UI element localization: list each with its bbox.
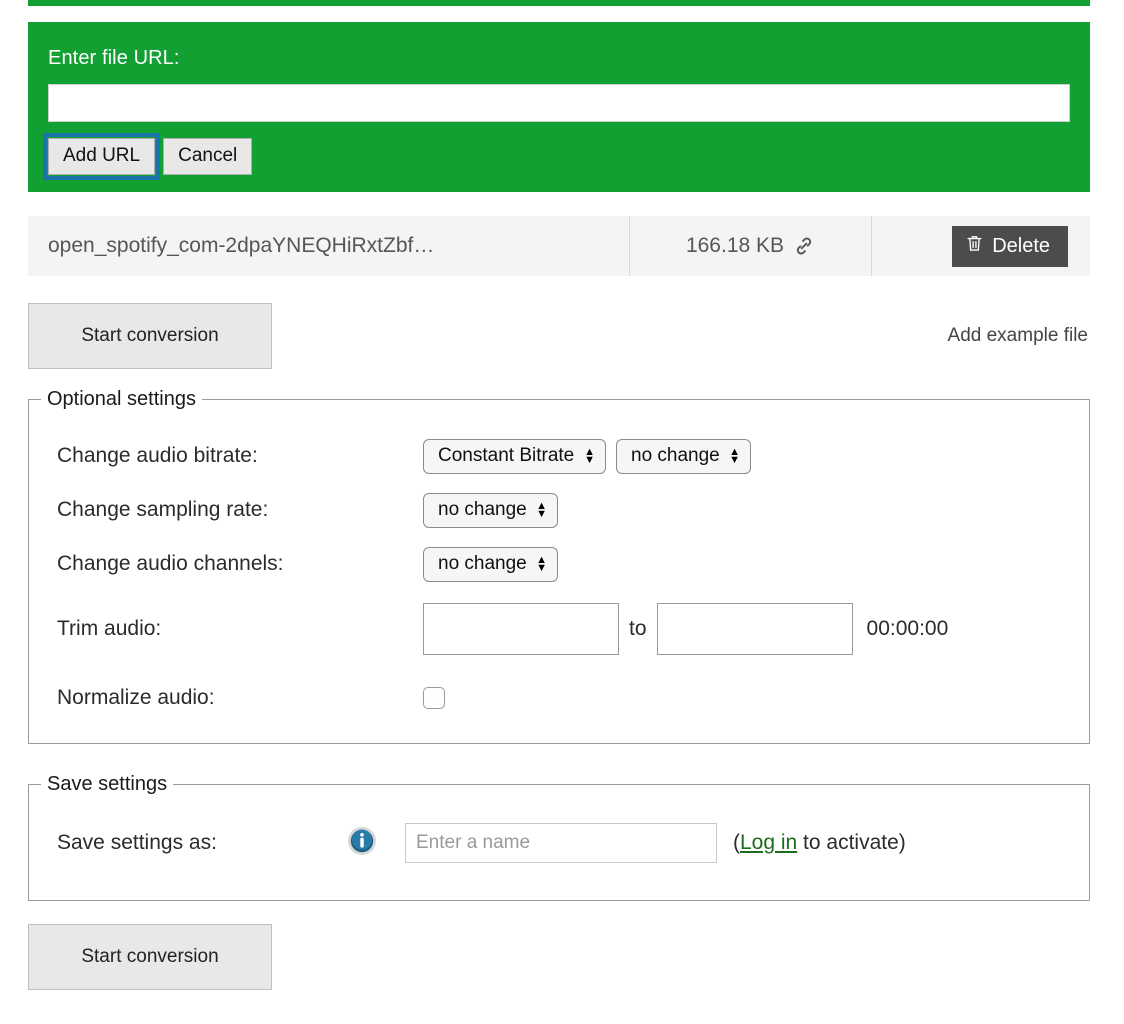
cancel-url-button[interactable]: Cancel bbox=[163, 138, 253, 175]
conversion-action-row: Start conversion Add example file bbox=[28, 303, 1090, 369]
row-change-audio-bitrate: Change audio bitrate: Constant Bitrate ▲… bbox=[29, 429, 1089, 483]
info-icon[interactable] bbox=[347, 826, 377, 861]
add-example-file-link[interactable]: Add example file bbox=[948, 325, 1090, 347]
trash-icon bbox=[966, 234, 983, 258]
bitrate-mode-select-wrap: Constant Bitrate ▲ ▼ bbox=[423, 438, 606, 474]
trim-start-input[interactable] bbox=[423, 603, 619, 655]
trim-audio-label: Trim audio: bbox=[57, 617, 162, 640]
optional-settings-legend: Optional settings bbox=[47, 388, 196, 410]
row-trim-audio: Trim audio: to 00:00:00 bbox=[29, 591, 1089, 667]
change-sampling-rate-label: Change sampling rate: bbox=[57, 498, 269, 521]
link-icon bbox=[793, 235, 815, 257]
url-panel-label: Enter file URL: bbox=[48, 47, 180, 69]
activate-suffix: to activate) bbox=[797, 831, 906, 854]
row-normalize-audio: Normalize audio: bbox=[29, 667, 1089, 729]
save-settings-as-label: Save settings as: bbox=[57, 831, 217, 854]
optional-settings-fieldset: Optional settings Change audio bitrate: … bbox=[28, 388, 1090, 744]
delete-button-label: Delete bbox=[992, 234, 1050, 257]
trim-end-input[interactable] bbox=[656, 603, 853, 655]
activate-prefix: ( bbox=[733, 831, 740, 854]
bitrate-mode-select[interactable]: Constant Bitrate bbox=[423, 438, 606, 474]
file-actions-cell: Delete bbox=[872, 216, 1090, 276]
add-url-button[interactable]: Add URL bbox=[42, 133, 161, 180]
settings-name-input[interactable] bbox=[405, 823, 717, 863]
bitrate-value-select[interactable]: no change bbox=[616, 438, 751, 474]
start-conversion-button-bottom[interactable]: Start conversion bbox=[28, 924, 272, 990]
file-list-row: open_spotify_com-2dpaYNEQHiRxtZbf… 166.1… bbox=[28, 216, 1090, 276]
row-save-settings-as: Save settings as: (Log in to activate) bbox=[29, 808, 1089, 878]
trim-separator-label: to bbox=[629, 617, 647, 640]
enter-file-url-panel: Enter file URL: Add URL Cancel bbox=[28, 22, 1090, 192]
delete-file-button[interactable]: Delete bbox=[952, 225, 1068, 267]
row-change-sampling-rate: Change sampling rate: no change ▲ ▼ bbox=[29, 483, 1089, 537]
log-in-link[interactable]: Log in bbox=[740, 831, 797, 854]
audio-duration-label: 00:00:00 bbox=[866, 617, 949, 640]
url-panel-buttons: Add URL Cancel bbox=[42, 133, 1070, 180]
top-accent-strip bbox=[28, 0, 1090, 6]
file-url-input[interactable] bbox=[48, 84, 1070, 122]
audio-channels-select[interactable]: no change bbox=[423, 546, 558, 582]
bitrate-value-select-wrap: no change ▲ ▼ bbox=[616, 438, 751, 474]
normalize-audio-label: Normalize audio: bbox=[57, 686, 215, 709]
save-settings-legend: Save settings bbox=[47, 773, 168, 795]
sampling-rate-select-wrap: no change ▲ ▼ bbox=[423, 492, 558, 528]
audio-channels-select-wrap: no change ▲ ▼ bbox=[423, 546, 558, 582]
activate-hint: (Log in to activate) bbox=[733, 831, 906, 855]
start-conversion-button-top[interactable]: Start conversion bbox=[28, 303, 272, 369]
save-settings-fieldset: Save settings Save settings as: (Log in … bbox=[28, 773, 1090, 901]
change-audio-bitrate-label: Change audio bitrate: bbox=[57, 444, 258, 467]
row-change-audio-channels: Change audio channels: no change ▲ ▼ bbox=[29, 537, 1089, 591]
file-name-label: open_spotify_com-2dpaYNEQHiRxtZbf… bbox=[28, 216, 630, 276]
normalize-audio-checkbox[interactable] bbox=[423, 687, 445, 709]
file-size-label: 166.18 KB bbox=[685, 234, 785, 257]
file-size-cell: 166.18 KB bbox=[630, 216, 872, 276]
change-audio-channels-label: Change audio channels: bbox=[57, 552, 284, 575]
sampling-rate-select[interactable]: no change bbox=[423, 492, 558, 528]
